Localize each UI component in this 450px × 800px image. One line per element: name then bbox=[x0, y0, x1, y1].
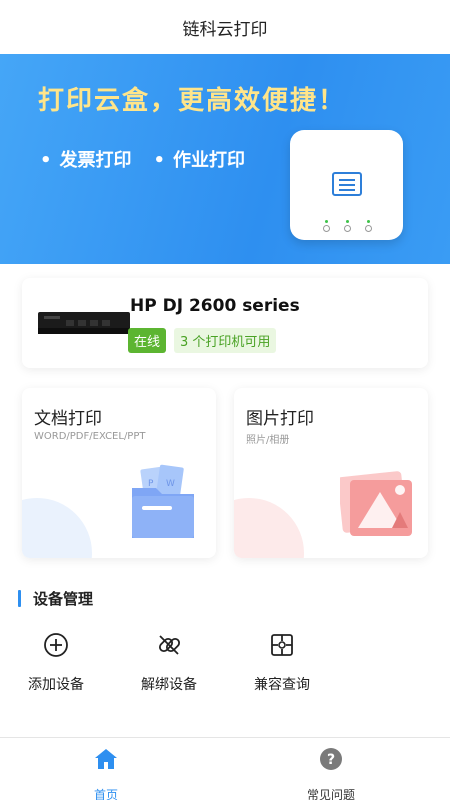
document-print-tile[interactable]: 文档打印 WORD/PDF/EXCEL/PPT P W bbox=[22, 388, 216, 558]
device-logo-icon bbox=[332, 172, 362, 196]
tab-label: 常见问题 bbox=[306, 788, 355, 800]
unlink-icon bbox=[158, 635, 181, 655]
printer-device-image bbox=[38, 312, 130, 334]
printer-status-card[interactable]: HP DJ 2600 series 在线 3 个打印机可用 bbox=[22, 278, 428, 368]
svg-text:?: ? bbox=[327, 752, 335, 768]
promo-banner[interactable]: 打印云盒，更高效便捷！ 发票打印 作业打印 bbox=[0, 54, 450, 264]
folder-documents-icon: P W bbox=[132, 464, 194, 538]
banner-bullets: 发票打印 作业打印 bbox=[40, 146, 246, 172]
printer-led-icon bbox=[365, 220, 372, 232]
photo-album-icon bbox=[340, 471, 412, 536]
banner-bullet-invoice: 发票打印 bbox=[40, 146, 132, 172]
available-printers-badge: 3 个打印机可用 bbox=[174, 328, 277, 353]
device-leds bbox=[323, 220, 372, 232]
unbind-device-button[interactable]: 解绑设备 bbox=[119, 632, 219, 694]
action-label: 添加设备 bbox=[28, 677, 84, 693]
network-led-icon bbox=[344, 220, 351, 232]
home-icon bbox=[95, 749, 117, 769]
print-box-device-image bbox=[290, 130, 403, 240]
tile-decoration bbox=[22, 498, 92, 558]
device-actions: 添加设备 解绑设备 兼容查询 bbox=[0, 632, 450, 702]
puzzle-icon bbox=[271, 634, 293, 656]
tile-decoration bbox=[234, 498, 304, 558]
add-circle-icon bbox=[44, 633, 68, 657]
tab-label: 首页 bbox=[93, 788, 118, 800]
section-accent-bar bbox=[18, 590, 21, 607]
tile-title: 图片打印 bbox=[246, 409, 314, 429]
online-status-badge: 在线 bbox=[128, 328, 167, 353]
action-label: 解绑设备 bbox=[141, 677, 197, 693]
tab-faq[interactable]: ? 常见问题 bbox=[281, 746, 381, 800]
tile-title: 文档打印 bbox=[34, 409, 102, 429]
tile-subtitle: WORD/PDF/EXCEL/PPT bbox=[34, 431, 146, 442]
banner-bullet-homework: 作业打印 bbox=[154, 146, 245, 172]
compatibility-query-button[interactable]: 兼容查询 bbox=[232, 632, 332, 694]
tile-subtitle: 照片/相册 bbox=[246, 435, 290, 446]
app-title: 链科云打印 bbox=[182, 19, 268, 40]
svg-text:W: W bbox=[166, 479, 175, 489]
printer-name: HP DJ 2600 series bbox=[130, 296, 300, 316]
power-led-icon bbox=[323, 220, 330, 232]
svg-text:P: P bbox=[148, 479, 154, 489]
action-label: 兼容查询 bbox=[254, 677, 310, 693]
bottom-tab-bar: 首页 ? 常见问题 bbox=[0, 737, 450, 800]
section-title: 设备管理 bbox=[33, 590, 94, 608]
tab-home[interactable]: 首页 bbox=[56, 746, 156, 800]
banner-headline: 打印云盒，更高效便捷！ bbox=[38, 86, 347, 116]
device-management-heading: 设备管理 bbox=[18, 588, 93, 609]
question-icon: ? bbox=[320, 748, 342, 770]
image-print-tile[interactable]: 图片打印 照片/相册 bbox=[234, 388, 428, 558]
app-title-bar: 链科云打印 bbox=[0, 0, 450, 54]
add-device-button[interactable]: 添加设备 bbox=[6, 632, 106, 694]
